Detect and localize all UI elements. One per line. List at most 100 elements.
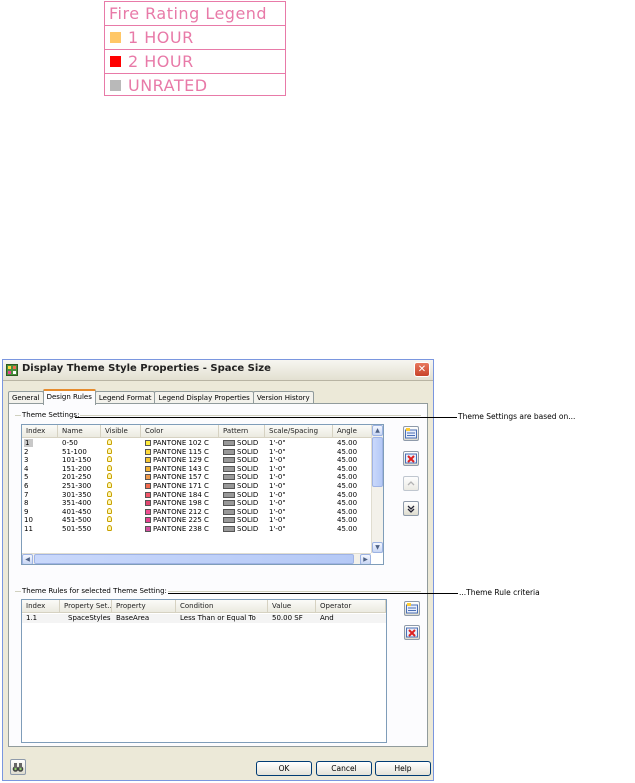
column-header-condition[interactable]: Condition [176, 600, 268, 612]
setting-visible[interactable] [101, 507, 141, 517]
scroll-thumb[interactable] [34, 554, 354, 564]
add-theme-rule-button[interactable] [404, 601, 420, 616]
column-header-property[interactable]: Property [112, 600, 176, 612]
table-row[interactable]: 1.1 SpaceStyles BaseArea Less Than or Eq… [22, 614, 386, 623]
column-header-index[interactable]: Index [22, 600, 60, 612]
remove-theme-setting-button[interactable] [403, 451, 419, 466]
setting-color[interactable]: PANTONE 184 C [141, 491, 219, 500]
setting-angle: 45.00 [337, 490, 358, 499]
theme-rules-table[interactable]: Index Property Set... Property Condition… [21, 599, 387, 743]
lightbulb-icon[interactable] [107, 473, 112, 480]
setting-color[interactable]: PANTONE 129 C [141, 456, 219, 465]
column-header-scale-spacing[interactable]: Scale/Spacing [265, 425, 333, 437]
setting-color[interactable]: PANTONE 225 C [141, 516, 219, 525]
close-icon: ✕ [417, 364, 427, 375]
table-row[interactable]: 3 101-150 PANTONE 129 C SOLID 1'-0" 45.00 [22, 456, 373, 465]
setting-color[interactable]: PANTONE 115 C [141, 448, 219, 457]
scroll-right-button[interactable]: ▶ [360, 554, 371, 564]
move-down-button[interactable] [403, 501, 419, 516]
lightbulb-icon[interactable] [107, 516, 112, 523]
lightbulb-icon[interactable] [107, 499, 112, 506]
column-header-angle[interactable]: Angle [333, 425, 373, 437]
setting-visible[interactable] [101, 473, 141, 482]
column-header-index[interactable]: Index [22, 425, 58, 437]
horizontal-scrollbar[interactable]: ◀ ▶ [22, 553, 371, 564]
setting-color[interactable]: PANTONE 198 C [141, 499, 219, 508]
lightbulb-icon[interactable] [107, 456, 112, 463]
tab-design-rules[interactable]: Design Rules [42, 389, 96, 405]
setting-color[interactable]: PANTONE 143 C [141, 465, 219, 474]
color-swatch [145, 526, 151, 532]
setting-visible[interactable] [101, 525, 141, 534]
table-row[interactable]: 11 501-550 PANTONE 238 C SOLID 1'-0" 45.00 [22, 525, 373, 534]
table-row[interactable]: 2 51-100 PANTONE 115 C SOLID 1'-0" 45.00 [22, 447, 373, 457]
table-row[interactable]: 5 201-250 PANTONE 157 C SOLID 1'-0" 45.00 [22, 473, 373, 482]
setting-pattern[interactable]: SOLID [219, 491, 265, 500]
setting-visible[interactable] [101, 490, 141, 500]
lightbulb-icon[interactable] [107, 507, 112, 514]
setting-pattern[interactable]: SOLID [219, 473, 265, 482]
tool-catalog-button[interactable] [10, 759, 26, 775]
scroll-left-button[interactable]: ◀ [22, 554, 33, 564]
lightbulb-icon[interactable] [107, 482, 112, 488]
lightbulb-icon[interactable] [107, 525, 112, 531]
table-row[interactable]: 4 151-200 PANTONE 143 C SOLID 1'-0" 45.00 [22, 464, 373, 474]
setting-pattern[interactable]: SOLID [219, 465, 265, 474]
lightbulb-icon[interactable] [107, 447, 112, 454]
title-bar[interactable]: Display Theme Style Properties - Space S… [3, 360, 433, 381]
column-header-color[interactable]: Color [141, 425, 219, 437]
setting-pattern[interactable]: SOLID [219, 456, 265, 465]
cancel-button[interactable]: Cancel [316, 761, 372, 776]
setting-color[interactable]: PANTONE 102 C [141, 439, 219, 448]
add-theme-setting-button[interactable] [403, 426, 419, 441]
setting-pattern[interactable]: SOLID [219, 482, 265, 491]
table-row[interactable]: 8 351-400 PANTONE 198 C SOLID 1'-0" 45.00 [22, 499, 373, 508]
remove-theme-rule-button[interactable] [404, 625, 420, 640]
setting-color[interactable]: PANTONE 171 C [141, 482, 219, 491]
lightbulb-icon[interactable] [107, 439, 112, 445]
table-row[interactable]: 6 251-300 PANTONE 171 C SOLID 1'-0" 45.00 [22, 482, 373, 491]
theme-settings-table[interactable]: Index Name Visible Color Pattern Scale/S… [21, 424, 384, 565]
color-swatch [145, 474, 151, 481]
setting-pattern[interactable]: SOLID [219, 525, 265, 534]
setting-index: 4 [22, 465, 58, 474]
pattern-swatch [223, 500, 235, 507]
help-button[interactable]: Help [375, 761, 431, 776]
chevron-up-icon [407, 481, 415, 486]
column-header-pattern[interactable]: Pattern [219, 425, 265, 437]
setting-visible[interactable] [101, 516, 141, 525]
setting-visible[interactable] [101, 456, 141, 465]
scroll-thumb[interactable] [372, 437, 383, 487]
setting-color[interactable]: PANTONE 157 C [141, 473, 219, 482]
lightbulb-icon[interactable] [107, 464, 112, 471]
setting-visible[interactable] [101, 464, 141, 474]
setting-pattern[interactable]: SOLID [219, 439, 265, 448]
setting-pattern[interactable]: SOLID [219, 516, 265, 525]
lightbulb-icon[interactable] [107, 490, 112, 497]
setting-color[interactable]: PANTONE 238 C [141, 525, 219, 534]
ok-button[interactable]: OK [256, 761, 312, 776]
scroll-up-button[interactable]: ▲ [372, 425, 383, 436]
close-button[interactable]: ✕ [414, 362, 430, 377]
setting-color[interactable]: PANTONE 212 C [141, 508, 219, 517]
column-header-property-set[interactable]: Property Set... [60, 600, 112, 612]
setting-angle: 45.00 [337, 482, 358, 490]
scroll-down-button[interactable]: ▼ [372, 542, 383, 553]
column-header-operator[interactable]: Operator [316, 600, 386, 612]
setting-visible[interactable] [101, 447, 141, 457]
table-row[interactable]: 1 0-50 PANTONE 102 C SOLID 1'-0" 45.00 [22, 439, 373, 448]
column-header-visible[interactable]: Visible [101, 425, 141, 437]
table-row[interactable]: 10 451-500 PANTONE 225 C SOLID 1'-0" 45.00 [22, 516, 373, 525]
table-row[interactable]: 7 301-350 PANTONE 184 C SOLID 1'-0" 45.00 [22, 490, 373, 500]
setting-visible[interactable] [101, 439, 141, 448]
setting-pattern[interactable]: SOLID [219, 508, 265, 517]
setting-visible[interactable] [101, 482, 141, 491]
setting-visible[interactable] [101, 499, 141, 508]
vertical-scrollbar[interactable]: ▲ ▼ [371, 425, 383, 553]
table-row[interactable]: 9 401-450 PANTONE 212 C SOLID 1'-0" 45.00 [22, 507, 373, 517]
setting-pattern[interactable]: SOLID [219, 499, 265, 508]
setting-pattern[interactable]: SOLID [219, 448, 265, 457]
move-up-button[interactable] [403, 476, 419, 491]
column-header-value[interactable]: Value [268, 600, 316, 612]
column-header-name[interactable]: Name [58, 425, 101, 437]
